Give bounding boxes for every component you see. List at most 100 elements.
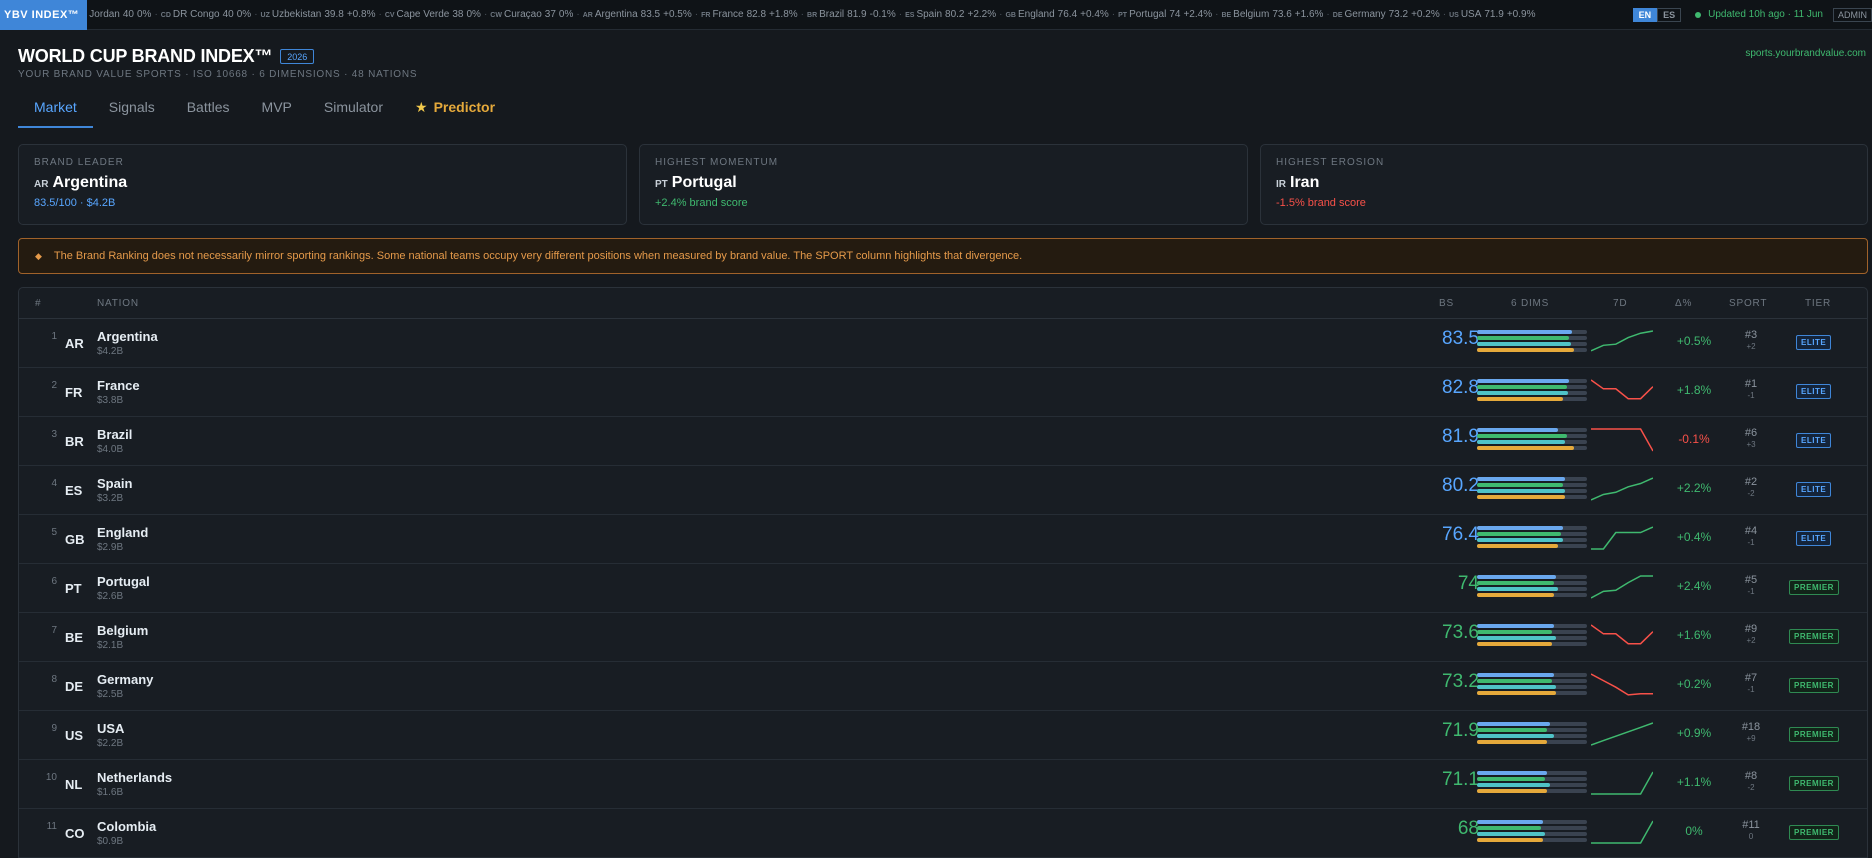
dimension-bar-fill	[1477, 685, 1557, 689]
country-code: FR	[65, 385, 83, 400]
country-code: DE	[65, 679, 84, 694]
dimension-bar	[1477, 734, 1587, 738]
tier-badge: ELITE	[1796, 384, 1832, 399]
dimension-bar-fill	[1477, 379, 1570, 383]
ticker-delta: +1.8%	[769, 9, 798, 20]
ticker-item[interactable]: · DE Germany 73.2 +0.2%	[1323, 9, 1439, 20]
dimension-bar-fill	[1477, 642, 1552, 646]
dimension-bar	[1477, 483, 1587, 487]
table-row[interactable]: 6 PT Portugal $2.6B 74 +2.4% #5 -1 PREMIER	[19, 564, 1867, 613]
nation-name[interactable]: England	[97, 525, 148, 540]
dimension-bar-fill	[1477, 434, 1568, 438]
table-row[interactable]: 3 BR Brazil $4.0B 81.9 -0.1% #6 +3 ELITE	[19, 417, 1867, 466]
brand-value: $2.1B	[97, 640, 124, 651]
table-row[interactable]: 9 US USA $2.2B 71.9 +0.9% #18 +9 PREMIER	[19, 711, 1867, 760]
admin-button[interactable]: ADMIN	[1833, 7, 1872, 22]
col-delta[interactable]: Δ%	[1675, 298, 1692, 309]
table-row[interactable]: 4 ES Spain $3.2B 80.2 +2.2% #2 -2 ELITE	[19, 466, 1867, 515]
tab-market[interactable]: Market	[18, 92, 93, 128]
tab-signals[interactable]: Signals	[93, 92, 171, 128]
site-link[interactable]: sports.yourbrandvalue.com	[1745, 48, 1866, 59]
table-row[interactable]: 2 FR France $3.8B 82.8 +1.8% #1 -1 ELITE	[19, 368, 1867, 417]
nation-name[interactable]: Spain	[97, 476, 132, 491]
dimension-bar	[1477, 642, 1587, 646]
col-sport[interactable]: SPORT	[1729, 298, 1767, 309]
dimension-bar	[1477, 679, 1587, 683]
year-badge: 2026	[280, 49, 315, 64]
tab-simulator[interactable]: Simulator	[308, 92, 399, 128]
ticker-item[interactable]: · ES Spain 80.2 +2.2%	[896, 9, 996, 20]
col-rank[interactable]: #	[35, 298, 41, 309]
nation-name[interactable]: Colombia	[97, 819, 156, 834]
ticker-name: Brazil	[819, 9, 845, 20]
ticker-name: Uzbekistan	[271, 9, 322, 20]
ticker-item[interactable]: · AR Argentina 83.5 +0.5%	[573, 9, 691, 20]
ticker-item[interactable]: · CD DR Congo 40 0%	[151, 9, 251, 20]
tab-predictor[interactable]: ★ Predictor	[399, 92, 511, 128]
ticker-item[interactable]: · GB England 76.4 +0.4%	[996, 9, 1109, 20]
highest-erosion-card[interactable]: HIGHEST EROSION IR Iran -1.5% brand scor…	[1260, 144, 1868, 225]
rank-number: 11	[46, 821, 57, 832]
lang-es-button[interactable]: ES	[1657, 7, 1682, 22]
col-nation[interactable]: NATION	[97, 298, 139, 309]
delta-percent: +2.4%	[1676, 579, 1712, 593]
tab-mvp[interactable]: MVP	[246, 92, 308, 128]
nation-name[interactable]: Netherlands	[97, 770, 172, 785]
ticker-country-code: BE	[1221, 12, 1232, 19]
tier-badge: ELITE	[1796, 433, 1832, 448]
table-row[interactable]: 8 DE Germany $2.5B 73.2 +0.2% #7 -1 PREMIER	[19, 662, 1867, 711]
brand-leader-card[interactable]: BRAND LEADER AR Argentina 83.5/100 · $4.…	[18, 144, 627, 225]
ticker-item[interactable]: · CW Curaçao 37 0%	[481, 9, 573, 20]
sport-rank-value: #5	[1744, 574, 1758, 586]
nation-name[interactable]: Brazil	[97, 427, 132, 442]
lang-en-button[interactable]: EN	[1632, 7, 1658, 22]
dimension-bar	[1477, 673, 1587, 677]
nation-name[interactable]: Germany	[97, 672, 153, 687]
dimension-bar	[1477, 348, 1587, 352]
dimension-bar	[1477, 593, 1587, 597]
ticker-item[interactable]: · BE Belgium 73.6 +1.6%	[1212, 9, 1323, 20]
ticker-country-code: CV	[384, 12, 395, 19]
ticker-item[interactable]: · BR Brazil 81.9 -0.1%	[798, 9, 896, 20]
trend-sparkline	[1591, 379, 1653, 400]
table-row[interactable]: 10 NL Netherlands $1.6B 71.1 +1.1% #8 -2 PREMIER	[19, 760, 1867, 809]
col-bs[interactable]: BS	[1439, 298, 1454, 309]
sparkline-line	[1591, 428, 1653, 452]
table-row[interactable]: 1 AR Argentina $4.2B 83.5 +0.5% #3 +2 ELITE	[19, 319, 1867, 368]
table-row[interactable]: 7 BE Belgium $2.1B 73.6 +1.6% #9 +2 PREMIER	[19, 613, 1867, 662]
brand-value: $1.6B	[97, 787, 124, 798]
sport-rank-change: -2	[1747, 783, 1755, 792]
ticker-delta: +2.4%	[1183, 9, 1213, 20]
table-row[interactable]: 11 CO Colombia $0.9B 68 0% #11 0 PREMIER	[19, 809, 1867, 858]
sparkline-line	[1591, 624, 1653, 645]
nation-name[interactable]: USA	[97, 721, 124, 736]
rank-number: 3	[51, 429, 57, 440]
dimension-bar	[1477, 385, 1587, 389]
brand-logo[interactable]: YBV INDEX™	[0, 0, 88, 30]
nation-name[interactable]: Argentina	[97, 329, 158, 344]
country-code: PT	[655, 179, 668, 190]
dimension-bar	[1477, 489, 1587, 493]
nation-name[interactable]: France	[97, 378, 140, 393]
sparkline-line	[1591, 673, 1653, 696]
dimension-bar	[1477, 624, 1587, 628]
delta-percent: +1.6%	[1676, 628, 1712, 642]
tab-battles[interactable]: Battles	[171, 92, 246, 128]
table-row[interactable]: 5 GB England $2.9B 76.4 +0.4% #4 -1 ELITE	[19, 515, 1867, 564]
rank-number: 1	[51, 331, 57, 342]
star-icon: ★	[415, 99, 428, 115]
ticker-item[interactable]: · PT Portugal 74 +2.4%	[1109, 9, 1212, 20]
ticker-item[interactable]: · FR France 82.8 +1.8%	[692, 9, 798, 20]
trend-sparkline	[1591, 575, 1653, 599]
nation-name[interactable]: Belgium	[97, 623, 148, 638]
highest-momentum-card[interactable]: HIGHEST MOMENTUM PT Portugal +2.4% brand…	[639, 144, 1248, 225]
ticker-item[interactable]: · US USA 71.9 +0.9%	[1440, 9, 1536, 20]
nation-name[interactable]: Portugal	[97, 574, 150, 589]
page-subtitle: YOUR BRAND VALUE SPORTS · ISO 10668 · 6 …	[18, 69, 418, 80]
live-dot-icon	[1695, 11, 1702, 18]
sport-rank-change: -1	[1747, 538, 1755, 547]
ticker-item[interactable]: Jordan 40 0%	[89, 9, 151, 20]
ticker-item[interactable]: · UZ Uzbekistan 39.8 +0.8%	[251, 9, 375, 20]
ticker-item[interactable]: · CV Cape Verde 38 0%	[375, 9, 480, 20]
ticker-delta: 0%	[137, 9, 152, 20]
